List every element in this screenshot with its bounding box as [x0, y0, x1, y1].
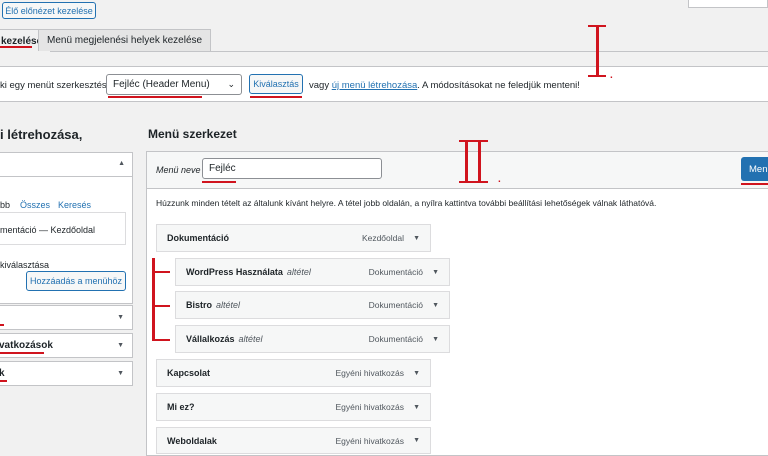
annotation-underline — [202, 181, 236, 183]
select-bar-text: vagy új menü létrehozása. A módosításoka… — [309, 80, 580, 91]
menu-item[interactable]: Bistro altétel Dokumentáció ▼ — [175, 291, 450, 319]
menu-item[interactable]: Weboldalak Egyéni hivatkozás ▼ — [156, 427, 431, 454]
select-prompt: ki egy menüt szerkesztésre: — [0, 80, 118, 91]
accordion-label: k — [0, 368, 5, 379]
annotation-underline — [108, 96, 202, 98]
annotation-underline — [741, 183, 768, 185]
menu-item-type: Egyéni hivatkozás — [335, 402, 404, 412]
tab-label: Menü megjelenési helyek kezelése — [47, 35, 203, 46]
menu-item-type: Egyéni hivatkozás — [335, 368, 404, 378]
collapse-up-icon: ▲ — [118, 160, 125, 167]
accordion-label: vatkozások — [0, 340, 53, 351]
panel-tab-search[interactable]: Keresés — [58, 200, 91, 210]
menu-item-title: Vállalkozás — [186, 334, 235, 344]
menu-name-input[interactable]: Fejléc — [202, 158, 382, 179]
left-panel-heading: i létrehozása, — [0, 127, 83, 142]
caret-down-icon[interactable]: ▼ — [413, 437, 420, 444]
caret-down-icon[interactable]: ▼ — [413, 370, 420, 377]
collapse-down-icon: ▼ — [117, 314, 124, 321]
annotation-underline — [0, 46, 32, 48]
menu-item-type: Dokumentáció — [368, 267, 423, 277]
menu-item-title: Dokumentáció — [167, 233, 230, 243]
caret-down-icon[interactable]: ▼ — [413, 235, 420, 242]
live-preview-button[interactable]: Élő előnézet kezelése — [2, 2, 96, 19]
add-to-menu-button[interactable]: Hozzáadás a menühöz — [26, 271, 126, 291]
menu-item-type: Dokumentáció — [368, 334, 423, 344]
save-menu-button[interactable]: Menü — [741, 157, 768, 181]
menu-item[interactable]: Kapcsolat Egyéni hivatkozás ▼ — [156, 359, 431, 387]
menu-item-title: Bistro — [186, 300, 213, 310]
menu-name-value: Fejléc — [209, 163, 236, 174]
tabs-divider — [0, 51, 768, 52]
annotation-bracket-tick — [152, 339, 170, 341]
caret-down-icon[interactable]: ▼ — [432, 302, 439, 309]
pages-panel-header[interactable]: ▲ — [0, 152, 133, 177]
tab-menu-locations[interactable]: Menü megjelenési helyek kezelése — [38, 29, 212, 51]
create-menu-link[interactable]: új menü létrehozása — [332, 80, 418, 91]
accordion-custom-links[interactable]: vatkozások ▼ — [0, 333, 133, 358]
annotation-roman-one — [596, 26, 599, 76]
menu-item[interactable]: Mi ez? Egyéni hivatkozás ▼ — [156, 393, 431, 421]
menu-item-type: Kezdőoldal — [361, 233, 404, 243]
select-button[interactable]: Kiválasztás — [249, 74, 303, 94]
panel-tab-recent[interactable]: bb — [0, 200, 10, 210]
menu-item-sub: altétel — [216, 300, 241, 310]
selected-menu-text: Fejléc (Header Menu) — [113, 79, 210, 90]
annotation-underline — [250, 96, 302, 98]
accordion-categories[interactable]: k ▼ — [0, 361, 133, 386]
annotation-roman-one-bottom — [588, 75, 606, 77]
chevron-down-icon: ⌄ — [227, 79, 235, 89]
menu-item-type: Dokumentáció — [368, 300, 423, 310]
annotation-underline — [0, 324, 4, 326]
annotation-roman-two-a — [465, 141, 468, 182]
caret-down-icon[interactable]: ▼ — [432, 269, 439, 276]
annotation-dot: . — [498, 174, 501, 185]
panel-tab-all[interactable]: Összes — [20, 200, 50, 210]
menu-item-title: Mi ez? — [167, 402, 195, 412]
annotation-dot: . — [610, 70, 613, 81]
page-list-item[interactable]: mentáció — Kezdőoldal — [0, 225, 95, 235]
save-reminder: . A módosításokat ne feledjük menteni! — [417, 80, 580, 91]
collapse-down-icon: ▼ — [117, 370, 124, 377]
or-text: vagy — [309, 80, 330, 91]
tab-label: kezelése — [1, 35, 43, 47]
menu-instructions: Húzzunk minden tételt az általunk kívánt… — [156, 198, 657, 208]
screen-options-button[interactable] — [688, 0, 768, 8]
menu-item[interactable]: Vállalkozás altétel Dokumentáció ▼ — [175, 325, 450, 353]
annotation-underline — [0, 380, 7, 382]
menu-name-label: Menü neve — [156, 165, 201, 175]
accordion-posts[interactable]: ▼ — [0, 305, 133, 330]
menu-item-sub: altétel — [238, 334, 263, 344]
annotation-bracket-tick — [152, 305, 170, 307]
page-item-label: mentáció — Kezdőoldal — [0, 225, 96, 235]
menu-item-title: Weboldalak — [167, 435, 217, 446]
menu-item[interactable]: Dokumentáció Kezdőoldal ▼ — [156, 224, 431, 252]
annotation-underline — [0, 352, 44, 354]
annotation-bracket-tick — [152, 271, 170, 273]
annotation-roman-two-b — [478, 141, 481, 182]
menu-item-type: Egyéni hivatkozás — [335, 435, 404, 446]
caret-down-icon[interactable]: ▼ — [413, 404, 420, 411]
menu-structure-heading: Menü szerkezet — [148, 127, 237, 141]
annotation-roman-one-top — [588, 25, 606, 27]
annotation-roman-two-top — [459, 140, 488, 142]
menu-item[interactable]: WordPress Használata altétel Dokumentáci… — [175, 258, 450, 286]
menu-select-dropdown[interactable]: Fejléc (Header Menu) ⌄ — [106, 74, 242, 95]
menu-item-sub: altétel — [286, 267, 311, 277]
select-all-link[interactable]: kiválasztása — [0, 260, 49, 270]
menu-item-title: Kapcsolat — [167, 368, 211, 378]
menu-item-title: WordPress Használata — [186, 267, 283, 277]
caret-down-icon[interactable]: ▼ — [432, 336, 439, 343]
annotation-roman-two-bottom — [459, 181, 488, 183]
collapse-down-icon: ▼ — [117, 342, 124, 349]
